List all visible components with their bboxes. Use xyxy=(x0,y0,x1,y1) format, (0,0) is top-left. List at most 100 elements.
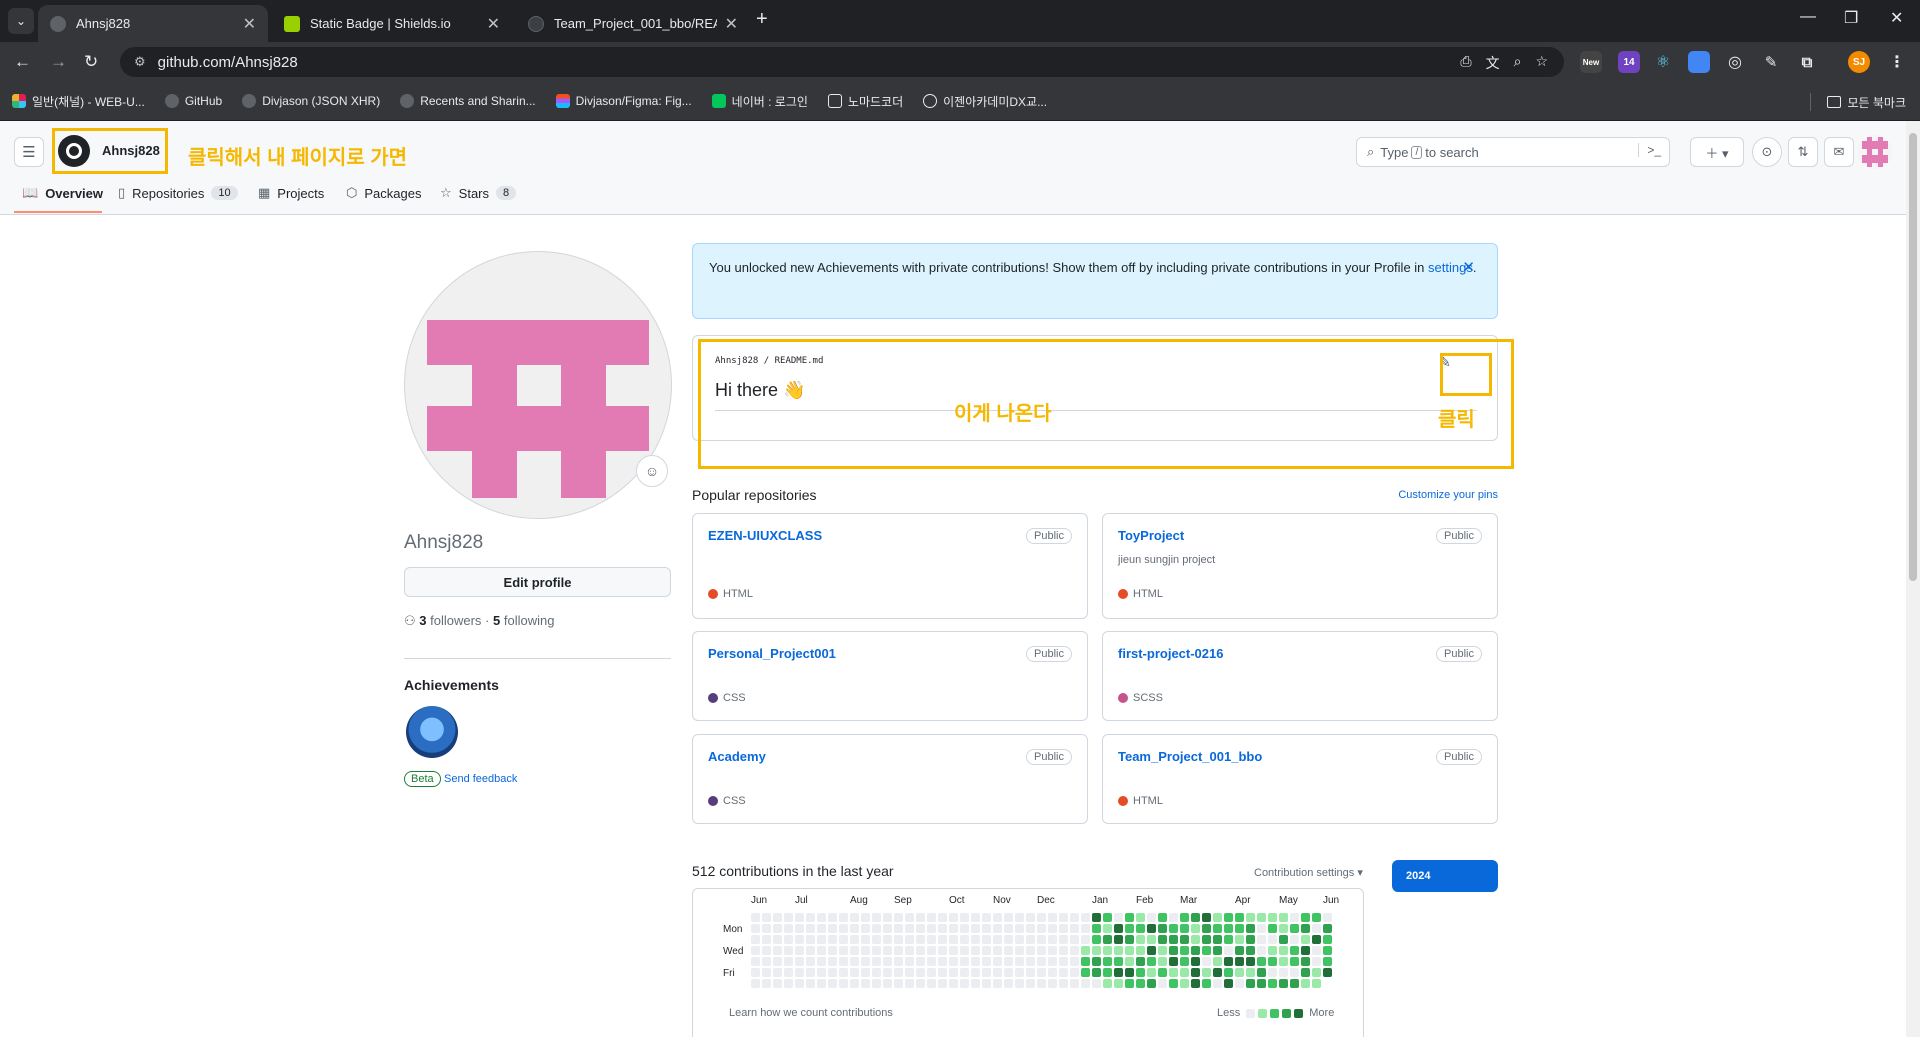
contribution-day-cell[interactable] xyxy=(993,968,1002,977)
contribution-day-cell[interactable] xyxy=(1224,924,1233,933)
reload-icon[interactable]: ↻ xyxy=(84,52,98,72)
contribution-day-cell[interactable] xyxy=(1301,924,1310,933)
contribution-day-cell[interactable] xyxy=(905,913,914,922)
tab-search-chevron-icon[interactable]: ⌄ xyxy=(8,8,34,34)
contribution-day-cell[interactable] xyxy=(1312,935,1321,944)
hamburger-menu-icon[interactable]: ☰ xyxy=(14,137,44,167)
contribution-day-cell[interactable] xyxy=(1103,979,1112,988)
contribution-day-cell[interactable] xyxy=(1059,946,1068,955)
contribution-day-cell[interactable] xyxy=(1290,924,1299,933)
contribution-day-cell[interactable] xyxy=(817,935,826,944)
contribution-day-cell[interactable] xyxy=(795,968,804,977)
contribution-day-cell[interactable] xyxy=(861,979,870,988)
contribution-day-cell[interactable] xyxy=(894,946,903,955)
bookmark-item[interactable]: GitHub xyxy=(164,94,222,108)
contribution-day-cell[interactable] xyxy=(1180,913,1189,922)
contribution-day-cell[interactable] xyxy=(1312,979,1321,988)
contribution-day-cell[interactable] xyxy=(1301,957,1310,966)
contribution-day-cell[interactable] xyxy=(1004,946,1013,955)
contribution-day-cell[interactable] xyxy=(1268,913,1277,922)
contribution-day-cell[interactable] xyxy=(1136,979,1145,988)
contribution-day-cell[interactable] xyxy=(850,913,859,922)
contribution-day-cell[interactable] xyxy=(982,924,991,933)
contribution-day-cell[interactable] xyxy=(1180,935,1189,944)
contribution-day-cell[interactable] xyxy=(993,924,1002,933)
contribution-day-cell[interactable] xyxy=(1081,924,1090,933)
contribution-day-cell[interactable] xyxy=(927,946,936,955)
contribution-day-cell[interactable] xyxy=(1081,979,1090,988)
contribution-day-cell[interactable] xyxy=(1290,968,1299,977)
all-bookmarks[interactable]: 모든 북마크 xyxy=(1810,93,1906,111)
following-count[interactable]: 5 xyxy=(493,613,500,628)
contribution-day-cell[interactable] xyxy=(839,946,848,955)
contribution-day-cell[interactable] xyxy=(1224,913,1233,922)
contribution-day-cell[interactable] xyxy=(1169,968,1178,977)
contribution-day-cell[interactable] xyxy=(1004,913,1013,922)
contribution-day-cell[interactable] xyxy=(927,935,936,944)
contribution-day-cell[interactable] xyxy=(872,913,881,922)
contribution-day-cell[interactable] xyxy=(1158,957,1167,966)
contribution-day-cell[interactable] xyxy=(1268,924,1277,933)
contribution-day-cell[interactable] xyxy=(817,946,826,955)
contribution-day-cell[interactable] xyxy=(762,979,771,988)
contribution-day-cell[interactable] xyxy=(1180,968,1189,977)
tab-projects[interactable]: ▦ Projects xyxy=(258,185,324,201)
contribution-day-cell[interactable] xyxy=(784,979,793,988)
contribution-day-cell[interactable] xyxy=(894,935,903,944)
contribution-day-cell[interactable] xyxy=(1213,913,1222,922)
contribution-day-cell[interactable] xyxy=(817,968,826,977)
contribution-day-cell[interactable] xyxy=(982,968,991,977)
contribution-day-cell[interactable] xyxy=(1268,946,1277,955)
contribution-day-cell[interactable] xyxy=(1092,968,1101,977)
contribution-day-cell[interactable] xyxy=(1323,924,1332,933)
contribution-day-cell[interactable] xyxy=(1048,968,1057,977)
contribution-day-cell[interactable] xyxy=(1037,957,1046,966)
contribution-day-cell[interactable] xyxy=(828,946,837,955)
set-status-smiley-icon[interactable]: ☺ xyxy=(636,455,668,487)
contribution-day-cell[interactable] xyxy=(850,935,859,944)
contribution-day-cell[interactable] xyxy=(1026,979,1035,988)
contribution-day-cell[interactable] xyxy=(927,957,936,966)
contribution-day-cell[interactable] xyxy=(916,924,925,933)
close-icon[interactable]: ✕ xyxy=(1462,258,1475,278)
contribution-day-cell[interactable] xyxy=(1235,979,1244,988)
contribution-day-cell[interactable] xyxy=(1158,946,1167,955)
contribution-day-cell[interactable] xyxy=(938,979,947,988)
contribution-day-cell[interactable] xyxy=(1147,935,1156,944)
contribution-day-cell[interactable] xyxy=(784,913,793,922)
contribution-day-cell[interactable] xyxy=(1114,968,1123,977)
contribution-day-cell[interactable] xyxy=(1015,968,1024,977)
contribution-day-cell[interactable] xyxy=(762,924,771,933)
contribution-day-cell[interactable] xyxy=(762,913,771,922)
contribution-day-cell[interactable] xyxy=(894,968,903,977)
contribution-day-cell[interactable] xyxy=(1213,979,1222,988)
contribution-day-cell[interactable] xyxy=(1224,935,1233,944)
react-devtools-icon[interactable]: ⚛ xyxy=(1652,51,1674,73)
contribution-day-cell[interactable] xyxy=(861,957,870,966)
contribution-day-cell[interactable] xyxy=(839,979,848,988)
contribution-day-cell[interactable] xyxy=(971,935,980,944)
contribution-day-cell[interactable] xyxy=(1191,924,1200,933)
contribution-day-cell[interactable] xyxy=(1081,968,1090,977)
contribution-day-cell[interactable] xyxy=(1004,968,1013,977)
contribution-day-cell[interactable] xyxy=(1125,935,1134,944)
contribution-day-cell[interactable] xyxy=(1169,935,1178,944)
contribution-day-cell[interactable] xyxy=(1092,957,1101,966)
profile-avatar-large[interactable] xyxy=(404,251,672,519)
contribution-day-cell[interactable] xyxy=(1169,946,1178,955)
contribution-day-cell[interactable] xyxy=(1246,935,1255,944)
contribution-day-cell[interactable] xyxy=(806,968,815,977)
contribution-day-cell[interactable] xyxy=(1191,935,1200,944)
contribution-day-cell[interactable] xyxy=(938,968,947,977)
contribution-day-cell[interactable] xyxy=(784,946,793,955)
contribution-day-cell[interactable] xyxy=(1092,946,1101,955)
contribution-day-cell[interactable] xyxy=(927,968,936,977)
contribution-day-cell[interactable] xyxy=(751,957,760,966)
contribution-day-cell[interactable] xyxy=(1257,946,1266,955)
contribution-day-cell[interactable] xyxy=(1158,979,1167,988)
contribution-day-cell[interactable] xyxy=(1224,979,1233,988)
contribution-day-cell[interactable] xyxy=(1235,924,1244,933)
contribution-day-cell[interactable] xyxy=(1301,979,1310,988)
contribution-day-cell[interactable] xyxy=(872,979,881,988)
contribution-day-cell[interactable] xyxy=(795,946,804,955)
